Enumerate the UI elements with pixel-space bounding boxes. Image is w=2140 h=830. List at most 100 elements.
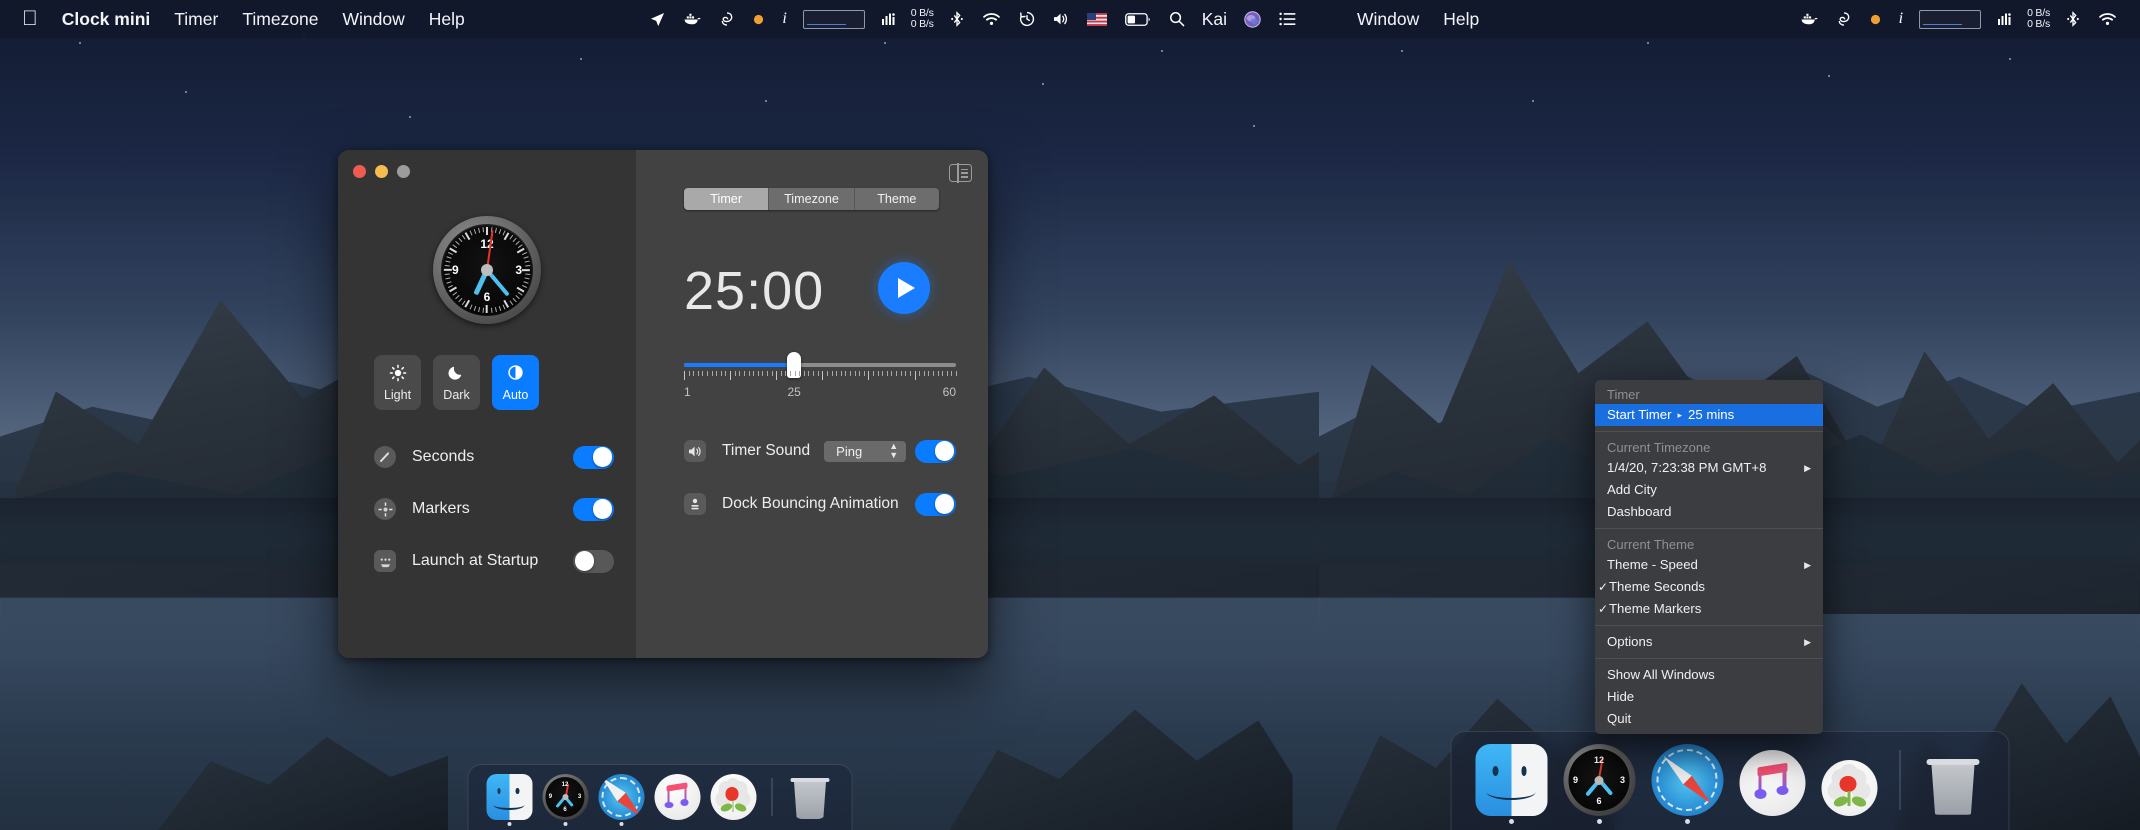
menu-item-show-all-windows[interactable]: Show All Windows — [1595, 664, 1823, 686]
docker-whale-icon[interactable] — [674, 0, 710, 38]
toggle-markers[interactable] — [573, 497, 614, 521]
orange-dot-icon[interactable] — [744, 0, 773, 38]
left-menubar:  Clock mini Timer Timezone Window Help — [0, 0, 1319, 38]
menu-item-dashboard[interactable]: Dashboard — [1595, 501, 1823, 523]
dock-item-music[interactable] — [1739, 750, 1805, 816]
dock-item-clock-mini[interactable]: 12 3 6 9 — [542, 774, 588, 826]
slider-tick — [790, 371, 792, 376]
us-flag-icon[interactable] — [1078, 0, 1116, 38]
menu-item-quit[interactable]: Quit — [1595, 708, 1823, 730]
slider-tick — [771, 371, 773, 376]
label-markers: Markers — [412, 500, 470, 517]
dock-item-finder[interactable] — [486, 774, 532, 826]
theme-dark-button[interactable]: Dark — [433, 355, 480, 410]
time-machine-icon[interactable] — [1010, 0, 1044, 38]
slider-tick — [956, 371, 957, 376]
tab-theme[interactable]: Theme — [854, 188, 939, 210]
menubar-user-name[interactable]: Kai — [1194, 0, 1235, 38]
slider-tick — [702, 371, 704, 376]
tab-timezone[interactable]: Timezone — [769, 188, 855, 210]
slider-tick — [914, 371, 916, 380]
menu-item-theme-seconds[interactable]: ✓ Theme Seconds — [1595, 576, 1823, 598]
menu-item-start-timer[interactable]: Start Timer ▸ 25 mins — [1595, 404, 1823, 426]
docker-whale-icon[interactable] — [1791, 0, 1827, 38]
slider-tick — [882, 371, 884, 376]
orange-dot-icon[interactable] — [1861, 0, 1890, 38]
equalizer-icon[interactable] — [1988, 0, 2020, 38]
dock-item-safari[interactable] — [598, 774, 644, 826]
tab-timer[interactable]: Timer — [684, 188, 770, 210]
dock-item-finder[interactable] — [1475, 744, 1547, 824]
wifi-icon[interactable] — [2089, 0, 2126, 38]
right-menu-help[interactable]: Help — [1431, 0, 1491, 38]
dock-item-photos[interactable] — [710, 774, 756, 820]
slider-tick-marks — [684, 371, 957, 380]
close-button[interactable] — [353, 165, 366, 178]
dock-item-safari[interactable] — [1651, 744, 1723, 824]
menu-timezone[interactable]: Timezone — [230, 0, 330, 38]
menu-help[interactable]: Help — [417, 0, 477, 38]
right-dock: 12 3 6 9 — [1450, 731, 2009, 830]
menu-item-theme-markers[interactable]: ✓ Theme Markers — [1595, 598, 1823, 620]
equalizer-icon[interactable] — [872, 0, 904, 38]
info-italic-icon[interactable]: i — [773, 0, 795, 38]
control-center-icon[interactable] — [1270, 0, 1305, 38]
apple-menu-icon[interactable]:  — [16, 0, 50, 38]
menu-section-current-timezone: Current Timezone — [1607, 440, 1711, 455]
bluetooth-icon[interactable] — [2057, 0, 2089, 38]
dock-item-photos[interactable] — [1821, 760, 1877, 816]
location-arrow-icon[interactable] — [641, 0, 674, 38]
menu-window[interactable]: Window — [331, 0, 417, 38]
menu-item-options[interactable]: Options ▶ — [1595, 631, 1823, 653]
timer-duration-slider[interactable]: 1 25 60 — [684, 352, 957, 401]
network-speed-down: 0 B/s — [2027, 18, 2050, 30]
menu-item-add-city[interactable]: Add City — [1595, 479, 1823, 501]
spotlight-search-icon[interactable] — [1160, 0, 1194, 38]
toggle-seconds[interactable] — [573, 445, 614, 469]
siri-icon[interactable] — [1235, 0, 1270, 38]
zoom-button[interactable] — [397, 165, 410, 178]
dock-item-clock-mini[interactable]: 12 3 6 9 — [1563, 744, 1635, 824]
right-menu-window[interactable]: Window — [1345, 0, 1431, 38]
theme-light-button[interactable]: Light — [374, 355, 421, 410]
toggle-timer-sound[interactable] — [915, 439, 956, 463]
menubar-text-field[interactable] — [1919, 9, 1982, 29]
slider-tick — [836, 371, 838, 376]
dock-separator — [771, 778, 772, 816]
dock-item-trash[interactable] — [1922, 754, 1984, 816]
row-timer-sound: Timer Sound Ping ▲ ▼ — [684, 438, 956, 464]
info-italic-icon[interactable]: i — [1890, 0, 1912, 38]
network-speed-indicator[interactable]: 0 B/s 0 B/s — [904, 8, 941, 30]
menu-item-hide[interactable]: Hide — [1595, 686, 1823, 708]
toggle-launch-at-startup[interactable] — [573, 549, 614, 573]
wifi-icon[interactable] — [973, 0, 1010, 38]
creative-cloud-icon[interactable] — [710, 0, 744, 38]
menu-item-theme-speed[interactable]: Theme - Speed ▶ — [1595, 554, 1823, 576]
menu-clock-mini[interactable]: Clock mini — [50, 0, 163, 38]
menu-item-current-time[interactable]: 1/4/20, 7:23:38 PM GMT+8 ▶ — [1595, 457, 1823, 479]
network-speed-indicator[interactable]: 0 B/s 0 B/s — [2020, 8, 2057, 30]
creative-cloud-icon[interactable] — [1827, 0, 1861, 38]
slider-tick — [868, 371, 870, 380]
start-timer-play-button[interactable] — [878, 262, 930, 314]
slider-tick — [716, 371, 718, 376]
dock-item-music[interactable] — [654, 774, 700, 820]
slider-tick — [817, 371, 819, 376]
volume-icon[interactable] — [1044, 0, 1078, 38]
battery-icon[interactable] — [1116, 0, 1160, 38]
toggle-dock-bouncing[interactable] — [915, 492, 956, 516]
sidebar-toggle-icon[interactable] — [949, 163, 972, 183]
slider-tick — [730, 371, 732, 380]
minimize-button[interactable] — [375, 165, 388, 178]
running-indicator — [563, 822, 567, 826]
menubar-text-field[interactable] — [802, 9, 865, 29]
speaker-icon — [684, 440, 706, 462]
slider-fill — [684, 363, 795, 367]
theme-auto-button[interactable]: Auto — [492, 355, 539, 410]
theme-light-label: Light — [383, 388, 412, 402]
timer-sound-select[interactable]: Ping ▲ ▼ — [824, 440, 907, 462]
dock-item-trash[interactable] — [787, 774, 833, 820]
submenu-arrow-icon: ▶ — [1804, 463, 1811, 473]
bluetooth-icon[interactable] — [941, 0, 973, 38]
menu-timer[interactable]: Timer — [162, 0, 230, 38]
